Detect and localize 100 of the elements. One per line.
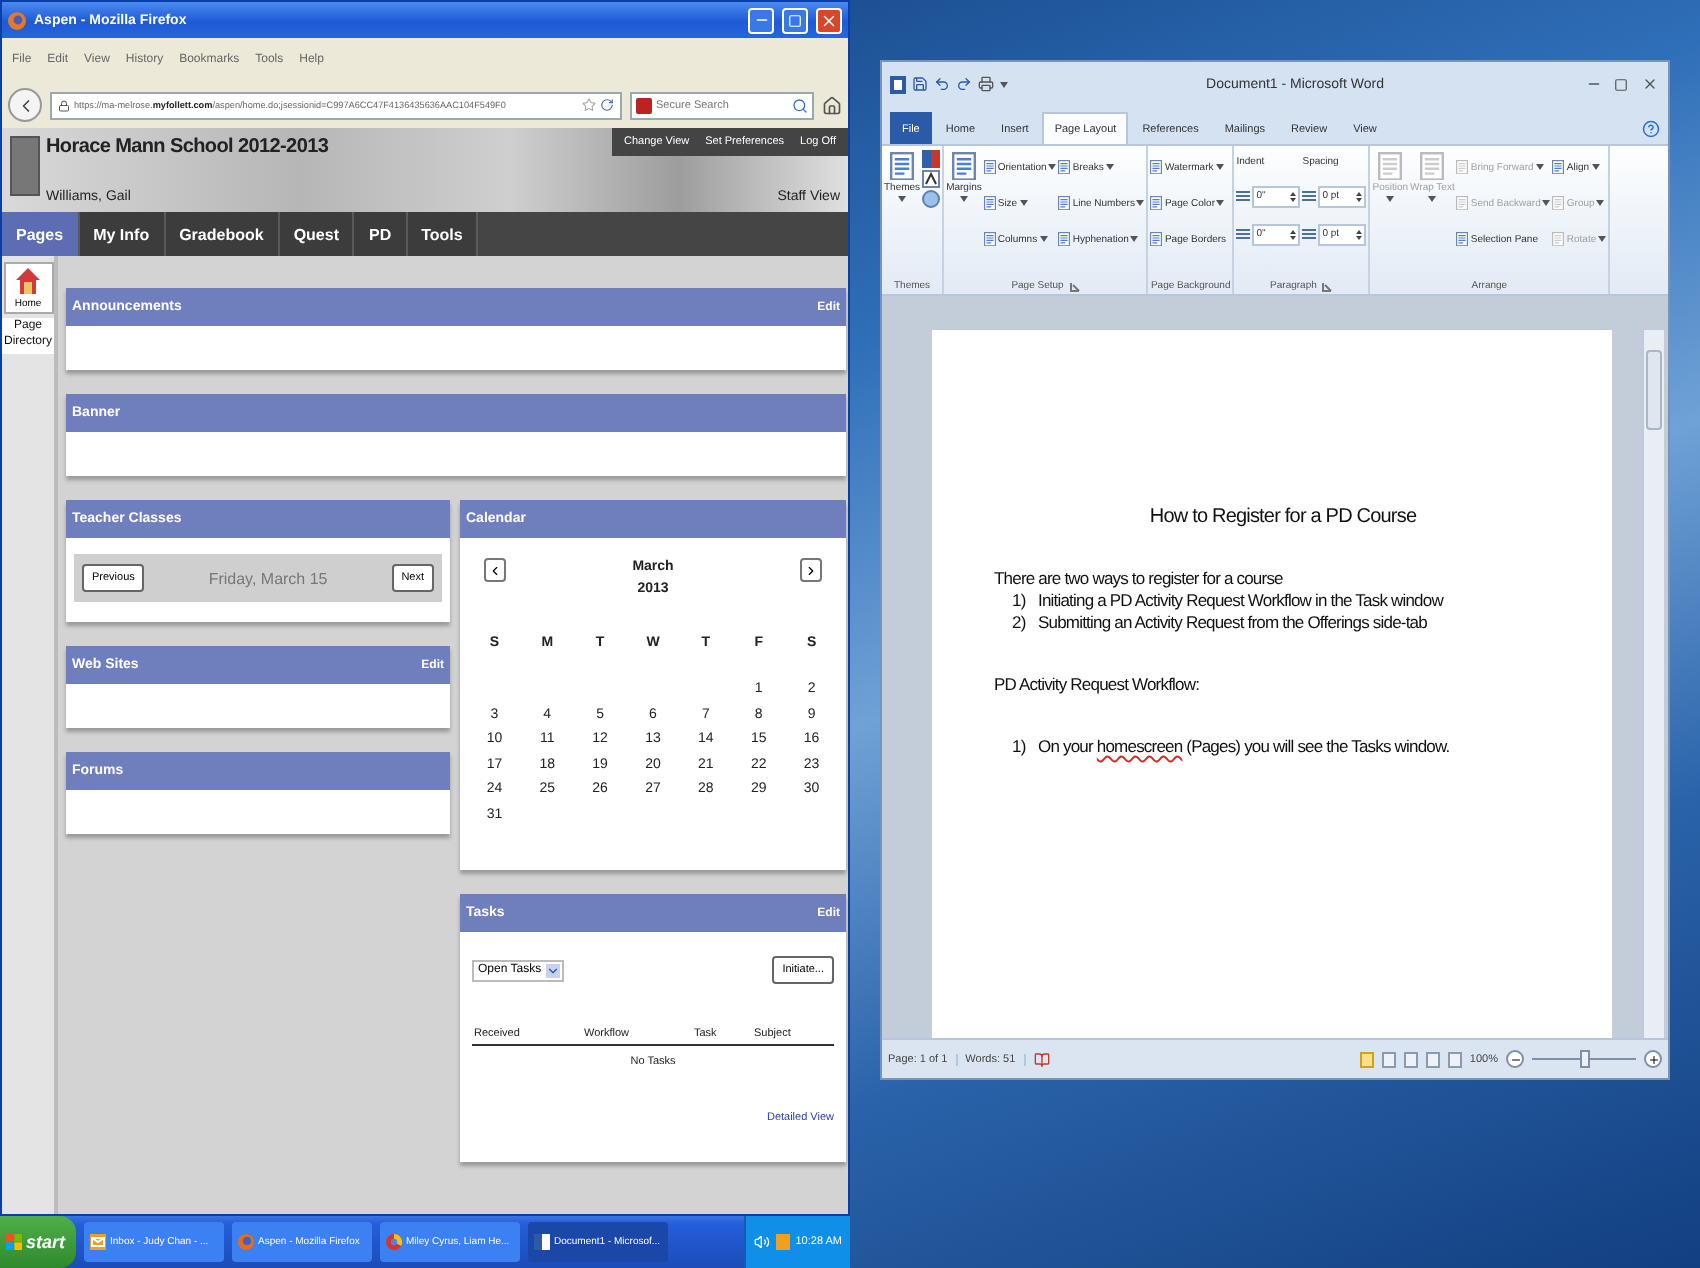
envelope-icon (90, 1234, 106, 1250)
search-icon[interactable] (792, 97, 808, 113)
print-icon[interactable] (978, 76, 994, 92)
page-icon (1552, 195, 1565, 211)
app-logo-icon (8, 11, 26, 29)
paragraph: There are two ways to register for a course (994, 566, 1285, 591)
restore-button[interactable] (1610, 73, 1632, 95)
maximize-icon (788, 13, 802, 27)
maximize-button[interactable] (782, 7, 808, 33)
help-icon[interactable] (1642, 120, 1660, 138)
caret-icon (1428, 196, 1437, 203)
spin-arrows-icon[interactable] (1356, 227, 1363, 241)
spacing-icon (1302, 189, 1317, 203)
spin-arrows-icon[interactable] (1290, 189, 1297, 203)
flag-icon (6, 1234, 22, 1250)
chevron-left-icon (488, 563, 502, 577)
caret-icon (1596, 200, 1605, 206)
caret-icon (1048, 164, 1057, 170)
page-icon (1552, 159, 1565, 175)
lock-icon (58, 99, 70, 111)
zoom-in-button[interactable] (1644, 1050, 1662, 1068)
next-month-button[interactable] (800, 558, 822, 582)
outline-view-icon[interactable] (1425, 1051, 1440, 1067)
caret-icon (1215, 164, 1224, 170)
nav-tab[interactable]: Tools (407, 212, 479, 256)
minus-icon (1509, 1053, 1521, 1065)
logo-icon (10, 136, 40, 196)
date-label: Friday, March 15 (208, 569, 328, 587)
paragraph: PD Activity Request Workflow: (994, 672, 1202, 697)
bookmark-star-icon[interactable] (582, 98, 596, 112)
page-icon (1150, 195, 1163, 211)
caret-icon (1130, 236, 1139, 242)
reload-icon[interactable] (600, 98, 614, 112)
colors-icon[interactable] (922, 150, 941, 168)
page-icon (983, 231, 996, 247)
draft-view-icon[interactable] (1447, 1051, 1462, 1067)
spacing-icon (1236, 227, 1251, 241)
list-item: 1) Initiating a PD Activity Request Workflow in the Task window (1012, 590, 1446, 613)
page-icon (1058, 159, 1071, 175)
page-icon (983, 195, 996, 211)
chevron-right-icon (804, 563, 818, 577)
zoom-out-button[interactable] (1506, 1050, 1524, 1068)
undo-icon[interactable] (934, 76, 950, 92)
page-icon (983, 159, 996, 175)
plus-icon (1647, 1053, 1659, 1065)
nav-tab[interactable]: PD (354, 212, 408, 256)
vertical-scrollbar[interactable] (1642, 330, 1664, 1038)
caret-icon (1019, 200, 1028, 206)
caret-icon (959, 196, 968, 203)
spin-arrows-icon[interactable] (1290, 227, 1297, 241)
caret-icon (1542, 200, 1551, 206)
page-icon (1456, 231, 1469, 247)
close-icon (1641, 76, 1657, 92)
caret-icon (898, 196, 907, 203)
page-icon (1150, 231, 1163, 247)
back-button[interactable] (8, 88, 42, 122)
nav-tab[interactable]: Pages (2, 212, 80, 256)
spin-arrows-icon[interactable] (1356, 189, 1363, 203)
minimize-button[interactable] (748, 7, 774, 33)
caret-icon (1386, 196, 1395, 203)
caret-icon (1000, 81, 1008, 87)
restore-icon (1614, 77, 1628, 91)
home-icon[interactable] (822, 95, 842, 115)
document-title: How to Register for a PD Course (1147, 506, 1419, 528)
school-name: Horace Mann School 2012-2013 (46, 136, 329, 158)
nav-tab[interactable]: Quest (279, 212, 355, 256)
dialog-launcher-icon[interactable] (1322, 281, 1333, 291)
reading-view-icon[interactable] (1381, 1051, 1396, 1067)
caret-icon (1535, 164, 1544, 170)
slider-thumb[interactable] (1580, 1050, 1590, 1068)
caret-icon (1216, 200, 1225, 206)
globe-icon (238, 1234, 254, 1250)
speaker-icon[interactable] (753, 1234, 770, 1250)
close-button[interactable] (816, 7, 842, 33)
spacing-icon (1302, 227, 1317, 241)
caret-icon (1136, 200, 1145, 206)
nav-tab[interactable]: My Info (79, 212, 166, 256)
save-icon[interactable] (912, 76, 928, 92)
proofing-icon[interactable] (1033, 1051, 1050, 1067)
list-item: 1) On your homescreen (Pages) you will see the Tasks window. (1012, 736, 1452, 759)
document-icon (534, 1234, 550, 1250)
caret-icon (1105, 164, 1114, 170)
dialog-launcher-icon[interactable] (1069, 281, 1080, 291)
nav-tab[interactable]: Gradebook (165, 212, 280, 256)
search-engine-icon (636, 97, 652, 113)
effects-icon[interactable] (922, 190, 941, 208)
page-icon (1058, 231, 1071, 247)
previous-month-button[interactable] (484, 558, 506, 582)
redo-icon[interactable] (956, 76, 972, 92)
house-icon (16, 268, 40, 294)
page-icon (1378, 152, 1403, 181)
app-logo-icon (890, 75, 906, 93)
web-layout-icon[interactable] (1403, 1051, 1418, 1067)
fonts-icon[interactable] (922, 170, 941, 188)
list-item: 2) Submitting an Activity Request from the Offerings side-tab (1012, 612, 1429, 635)
page-icon (1456, 159, 1469, 175)
start-button[interactable]: start (0, 1216, 76, 1268)
chevron-down-icon (545, 963, 560, 977)
page-icon (1420, 152, 1445, 181)
page-icon (1552, 231, 1565, 247)
